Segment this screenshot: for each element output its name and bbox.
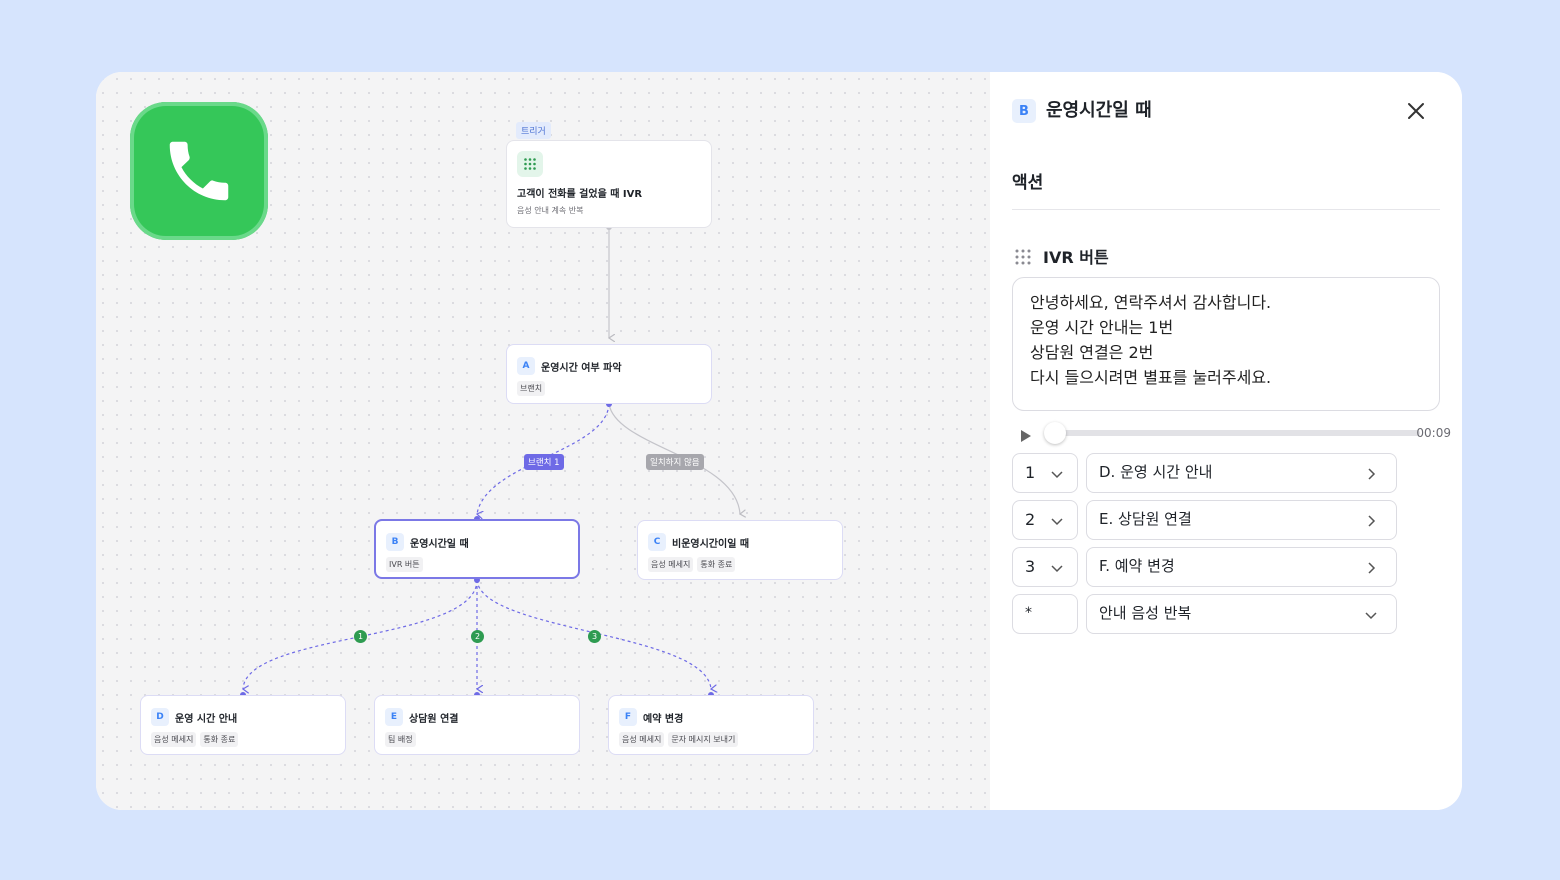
chevron-right-icon [1368, 468, 1376, 480]
node-b[interactable]: B 운영시간일 때 IVR 버튼 [374, 519, 580, 579]
trigger-node[interactable]: 고객이 전화를 걸었을 때 IVR 음성 안내 계속 반복 [506, 140, 712, 228]
key-select[interactable]: 2 [1012, 500, 1078, 540]
close-button[interactable] [1404, 99, 1428, 123]
node-title: 운영시간 여부 파악 [541, 363, 622, 374]
node-letter: C [648, 533, 666, 551]
node-title: 운영시간일 때 [410, 539, 469, 550]
node-letter: B [386, 533, 404, 551]
chevron-right-icon [1368, 515, 1376, 527]
audio-progress-thumb[interactable] [1044, 422, 1066, 444]
node-letter: F [619, 708, 637, 726]
trigger-label: 트리거 [516, 122, 551, 139]
node-title: 비운영시간이일 때 [672, 539, 750, 550]
target-select[interactable]: 안내 음성 반복 [1086, 594, 1397, 634]
panel-badge: B [1012, 99, 1036, 123]
key-value: * [1025, 605, 1032, 621]
trigger-title: 고객이 전화를 걸었을 때 IVR [517, 189, 643, 200]
node-e[interactable]: E 상담원 연결 팀 배정 [374, 695, 580, 755]
target-value: D. 운영 시간 안내 [1099, 463, 1213, 481]
node-tag: 브랜치 [517, 381, 546, 396]
play-icon [1021, 430, 1031, 442]
dialpad-icon [517, 151, 543, 177]
close-icon [1408, 103, 1424, 119]
target-select[interactable]: D. 운영 시간 안내 [1086, 453, 1397, 493]
divider [1012, 209, 1440, 210]
edge-label-no-match[interactable]: 일치하지 않음 [646, 454, 704, 470]
node-tag: IVR 버튼 [386, 557, 423, 572]
audio-progress-track[interactable] [1054, 430, 1420, 436]
node-tag: 음성 메세지 [151, 732, 197, 747]
node-tag: 음성 메세지 [648, 557, 694, 572]
target-value: E. 상담원 연결 [1099, 510, 1192, 528]
ivr-option-row: 3 F. 예약 변경 [1012, 547, 1398, 587]
trigger-subtitle: 음성 안내 계속 반복 [517, 206, 584, 215]
chevron-right-icon [1368, 562, 1376, 574]
edge-number: 3 [588, 630, 601, 643]
node-title: 운영 시간 안내 [175, 714, 238, 725]
workflow-canvas[interactable]: 트리거 고객이 전화를 걸었을 때 IVR 음성 안내 계속 반복 A 운영시간… [96, 72, 990, 810]
panel-title: 운영시간일 때 [1046, 100, 1152, 121]
section-heading: 액션 [1012, 173, 1044, 193]
node-f[interactable]: F 예약 변경 음성 메세지 문자 메시지 보내기 [608, 695, 814, 755]
node-tag: 통화 종료 [697, 557, 736, 572]
target-select[interactable]: F. 예약 변경 [1086, 547, 1397, 587]
node-tag: 통화 종료 [200, 732, 239, 747]
key-select[interactable]: 1 [1012, 453, 1078, 493]
chevron-down-icon [1051, 471, 1063, 479]
key-value: 1 [1025, 463, 1036, 482]
ivr-option-row: 1 D. 운영 시간 안내 [1012, 453, 1398, 493]
node-tag: 팀 배정 [385, 732, 416, 747]
subsection-heading: IVR 버튼 [1043, 248, 1109, 267]
target-select[interactable]: E. 상담원 연결 [1086, 500, 1397, 540]
edge-label-branch[interactable]: 브랜치 1 [524, 454, 564, 470]
node-tag: 문자 메시지 보내기 [668, 732, 739, 747]
audio-time: 00:09 [1416, 426, 1451, 440]
audio-player: 00:09 [1012, 420, 1451, 446]
chevron-down-icon [1051, 518, 1063, 526]
key-input[interactable]: * [1012, 594, 1078, 634]
node-letter: E [385, 708, 403, 726]
node-title: 상담원 연결 [409, 714, 459, 725]
chevron-down-icon [1051, 565, 1063, 573]
target-value: F. 예약 변경 [1099, 557, 1175, 575]
edge-number: 1 [354, 630, 367, 643]
key-value: 3 [1025, 557, 1036, 576]
node-a[interactable]: A 운영시간 여부 파악 브랜치 [506, 344, 712, 404]
node-letter: A [517, 357, 535, 375]
ivr-option-row: * 안내 음성 반복 [1012, 594, 1398, 634]
key-select[interactable]: 3 [1012, 547, 1078, 587]
drag-handle-icon[interactable] [1014, 248, 1032, 270]
chevron-down-icon [1365, 612, 1377, 620]
detail-panel: B 운영시간일 때 액션 IVR 버튼 안녕하세요, 연락주셔서 감사합니다. … [990, 72, 1462, 810]
ivr-option-row: 2 E. 상담원 연결 [1012, 500, 1398, 540]
node-d[interactable]: D 운영 시간 안내 음성 메세지 통화 종료 [140, 695, 346, 755]
node-c[interactable]: C 비운영시간이일 때 음성 메세지 통화 종료 [637, 520, 843, 580]
key-value: 2 [1025, 510, 1036, 529]
node-tag: 음성 메세지 [619, 732, 665, 747]
node-title: 예약 변경 [643, 714, 684, 725]
target-value: 안내 음성 반복 [1099, 604, 1192, 622]
ivr-message-textarea[interactable]: 안녕하세요, 연락주셔서 감사합니다. 운영 시간 안내는 1번 상담원 연결은… [1012, 277, 1440, 411]
play-button[interactable] [1020, 427, 1032, 446]
node-letter: D [151, 708, 169, 726]
edge-number: 2 [471, 630, 484, 643]
workflow-card: 트리거 고객이 전화를 걸었을 때 IVR 음성 안내 계속 반복 A 운영시간… [96, 72, 1462, 810]
